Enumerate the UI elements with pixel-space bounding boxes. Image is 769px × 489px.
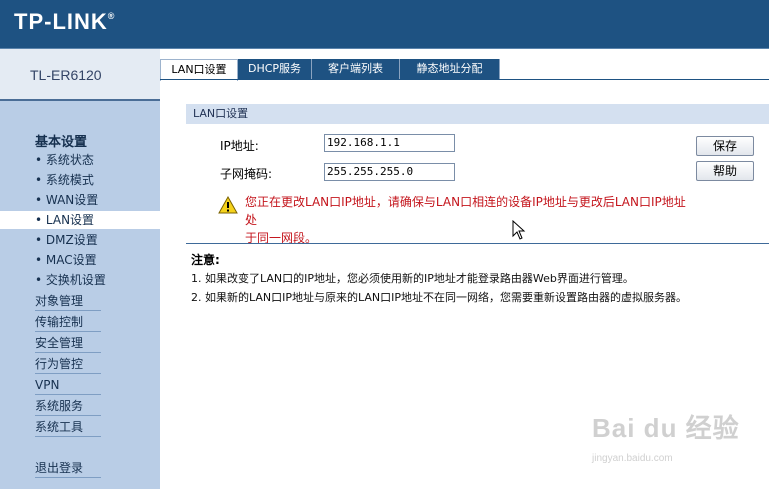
mouse-pointer-icon xyxy=(512,220,526,240)
sidebar-heading-basic-settings[interactable]: 基本设置 xyxy=(35,131,87,150)
ip-address-input[interactable]: 192.168.1.1 xyxy=(324,134,455,152)
sidebar-item-switch-settings[interactable]: • 交换机设置 xyxy=(35,271,160,289)
watermark-sub: jingyan.baidu.com xyxy=(592,453,673,464)
ip-address-label: IP地址: xyxy=(220,139,259,153)
logout-link[interactable]: 退出登录 xyxy=(35,459,101,478)
note-item-2: 2. 如果新的LAN口IP地址与原来的LAN口IP地址不在同一网络，您需要重新设… xyxy=(191,291,688,304)
tab-client-list[interactable]: 客户端列表 xyxy=(312,59,400,79)
warning-line-2: 于同一网段。 xyxy=(245,231,318,245)
save-button[interactable]: 保存 xyxy=(696,136,754,156)
baidu-watermark: Bai du 经验 jingyan.baidu.com xyxy=(592,408,740,464)
tab-static-address[interactable]: 静态地址分配 xyxy=(400,59,500,79)
subnet-mask-input[interactable]: 255.255.255.0 xyxy=(324,163,455,181)
notes-heading: 注意: xyxy=(191,253,220,267)
sidebar-item-system-mode[interactable]: • 系统模式 xyxy=(35,171,160,189)
tp-link-logo: TP-LINK® xyxy=(14,9,115,35)
trademark-mark: ® xyxy=(107,11,116,21)
sidebar-item-mac-settings[interactable]: • MAC设置 xyxy=(35,251,160,269)
sidebar-item-lan-settings[interactable]: • LAN设置 xyxy=(0,211,160,229)
sidebar-section-security-management[interactable]: 安全管理 xyxy=(35,334,101,353)
sidebar-item-wan-settings[interactable]: • WAN设置 xyxy=(35,191,160,209)
note-item-1: 1. 如果改变了LAN口的IP地址，您必须使用新的IP地址才能登录路由器Web界… xyxy=(191,272,634,285)
sidebar-section-transmission-control[interactable]: 传输控制 xyxy=(35,313,101,332)
tab-lan-settings[interactable]: LAN口设置 xyxy=(160,59,238,81)
notes-separator xyxy=(186,243,769,244)
sidebar-section-system-tools[interactable]: 系统工具 xyxy=(35,418,101,437)
warning-triangle-icon xyxy=(218,196,238,214)
help-button[interactable]: 帮助 xyxy=(696,161,754,181)
sidebar-section-object-management[interactable]: 对象管理 xyxy=(35,292,101,311)
sidebar: TL-ER6120 基本设置 • 系统状态 • 系统模式 • WAN设置 • L… xyxy=(0,49,160,489)
tab-underline xyxy=(160,79,769,80)
sidebar-section-behavior-control[interactable]: 行为管控 xyxy=(35,355,101,374)
sidebar-item-dmz-settings[interactable]: • DMZ设置 xyxy=(35,231,160,249)
model-name: TL-ER6120 xyxy=(30,67,102,83)
watermark-main: Bai du 经验 xyxy=(592,413,740,443)
top-banner: TP-LINK® xyxy=(0,0,769,49)
sidebar-section-system-services[interactable]: 系统服务 xyxy=(35,397,101,416)
subnet-mask-label: 子网掩码: xyxy=(220,167,273,181)
logo-text: TP-LINK xyxy=(14,9,108,34)
panel-title: LAN口设置 xyxy=(186,104,769,124)
warning-message: 您正在更改LAN口IP地址，请确保与LAN口相连的设备IP地址与更改后LAN口I… xyxy=(245,193,690,247)
sidebar-section-vpn[interactable]: VPN xyxy=(35,376,101,395)
warning-line-1: 您正在更改LAN口IP地址，请确保与LAN口相连的设备IP地址与更改后LAN口I… xyxy=(245,195,686,227)
sidebar-item-system-status[interactable]: • 系统状态 xyxy=(35,151,160,169)
tab-dhcp-service[interactable]: DHCP服务 xyxy=(238,59,312,79)
model-box: TL-ER6120 xyxy=(0,49,160,101)
